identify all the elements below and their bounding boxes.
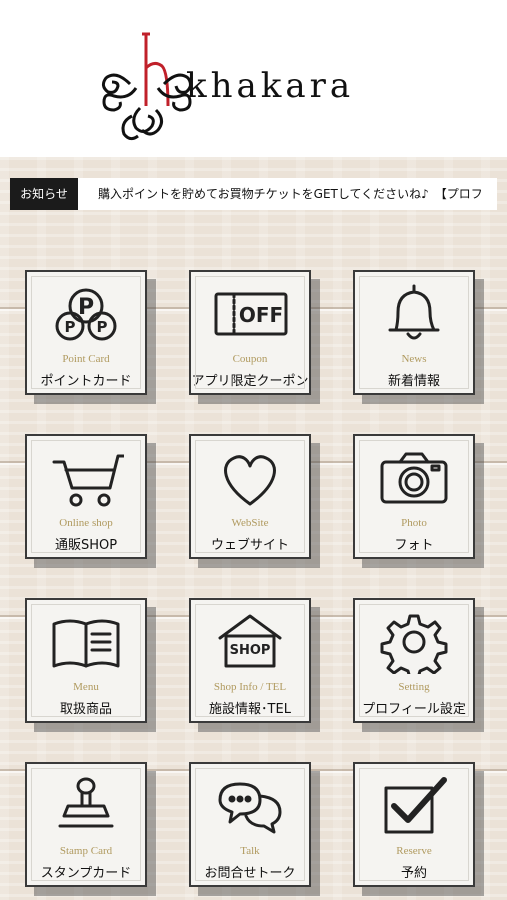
shop-icon: SHOP	[218, 614, 282, 668]
menu-tile-coupon[interactable]: OFF Coupon アプリ限定クーポン	[189, 270, 311, 395]
cart-icon	[52, 454, 124, 507]
notice-label: お知らせ	[10, 178, 78, 210]
svg-text:P: P	[97, 318, 108, 336]
tile-label-jp: ウェブサイト	[210, 538, 289, 553]
notice-text: 購入ポイントを貯めてお買物チケットをGETしてくださいね♪ 【プロフ	[98, 187, 483, 201]
menu-tile-menu[interactable]: Menu 取扱商品	[25, 598, 147, 723]
point-card-icon: PP P	[55, 288, 117, 341]
svg-text:OFF: OFF	[239, 303, 283, 327]
bell-icon	[388, 284, 440, 340]
chat-icon	[218, 782, 282, 834]
coupon-off-icon: OFF	[214, 292, 288, 336]
tile-label-en: Shop Info / TEL	[213, 681, 287, 693]
menu-tile-website[interactable]: WebSite ウェブサイト	[189, 434, 311, 559]
tile-label-en: Stamp Card	[59, 845, 113, 857]
menu-tile-stamp-card[interactable]: Stamp Card スタンプカード	[25, 762, 147, 887]
tile-label-en: News	[401, 353, 427, 365]
tile-label-en: Coupon	[232, 353, 268, 365]
svg-text:P: P	[65, 318, 76, 336]
menu-tile-online-shop[interactable]: Online shop 通販SHOP	[25, 434, 147, 559]
tile-label-jp: フォト	[394, 538, 434, 553]
menu-tile-point-card[interactable]: P P P Point Card ポイントカード	[25, 270, 147, 395]
tile-label-en: Setting	[398, 681, 430, 693]
menu-tile-setting[interactable]: Setting プロフィール設定	[353, 598, 475, 723]
svg-text:P: P	[78, 295, 94, 320]
logo-wordmark: khakara	[186, 66, 355, 106]
menu-tile-reserve[interactable]: Reserve 予約	[353, 762, 475, 887]
tile-label-jp: ポイントカード	[40, 374, 132, 389]
tile-label-jp: プロフィール設定	[362, 702, 466, 717]
menu-tile-news[interactable]: News 新着情報	[353, 270, 475, 395]
tile-label-jp: アプリ限定クーポン	[191, 374, 309, 389]
tile-label-en: WebSite	[231, 517, 269, 529]
menu-tile-photo[interactable]: Photo フォト	[353, 434, 475, 559]
app-header: khakara	[0, 0, 507, 157]
tile-label-jp: 予約	[400, 866, 427, 881]
menu-tile-talk[interactable]: Talk お問合せトーク	[189, 762, 311, 887]
tile-label-en: Online shop	[59, 517, 113, 529]
gear-icon	[380, 614, 448, 674]
tile-label-en: Talk	[240, 845, 260, 857]
menu-tile-shop-info-tel[interactable]: SHOP Shop Info / TEL 施設情報･TEL	[189, 598, 311, 723]
tile-label-en: Reserve	[396, 845, 432, 857]
tile-label-jp: 施設情報･TEL	[209, 702, 291, 717]
tile-label-en: Photo	[401, 517, 427, 529]
news-ticker[interactable]: お知らせ 購入ポイントを貯めてお買物チケットをGETしてくださいね♪ 【プロフ	[10, 178, 497, 210]
heart-icon	[224, 455, 276, 506]
tile-label-en: Point Card	[62, 353, 110, 365]
camera-icon	[380, 452, 448, 504]
tile-label-jp: 通販SHOP	[54, 538, 118, 553]
tile-label-en: Menu	[73, 681, 99, 693]
book-icon	[52, 619, 120, 668]
svg-text:SHOP: SHOP	[230, 643, 271, 658]
stamp-icon	[58, 777, 114, 828]
tile-label-jp: お問合せトーク	[204, 866, 296, 881]
tile-label-jp: 新着情報	[387, 374, 440, 389]
checkbox-icon	[384, 777, 447, 834]
tile-label-jp: 取扱商品	[59, 702, 112, 717]
tile-label-jp: スタンプカード	[40, 866, 132, 881]
